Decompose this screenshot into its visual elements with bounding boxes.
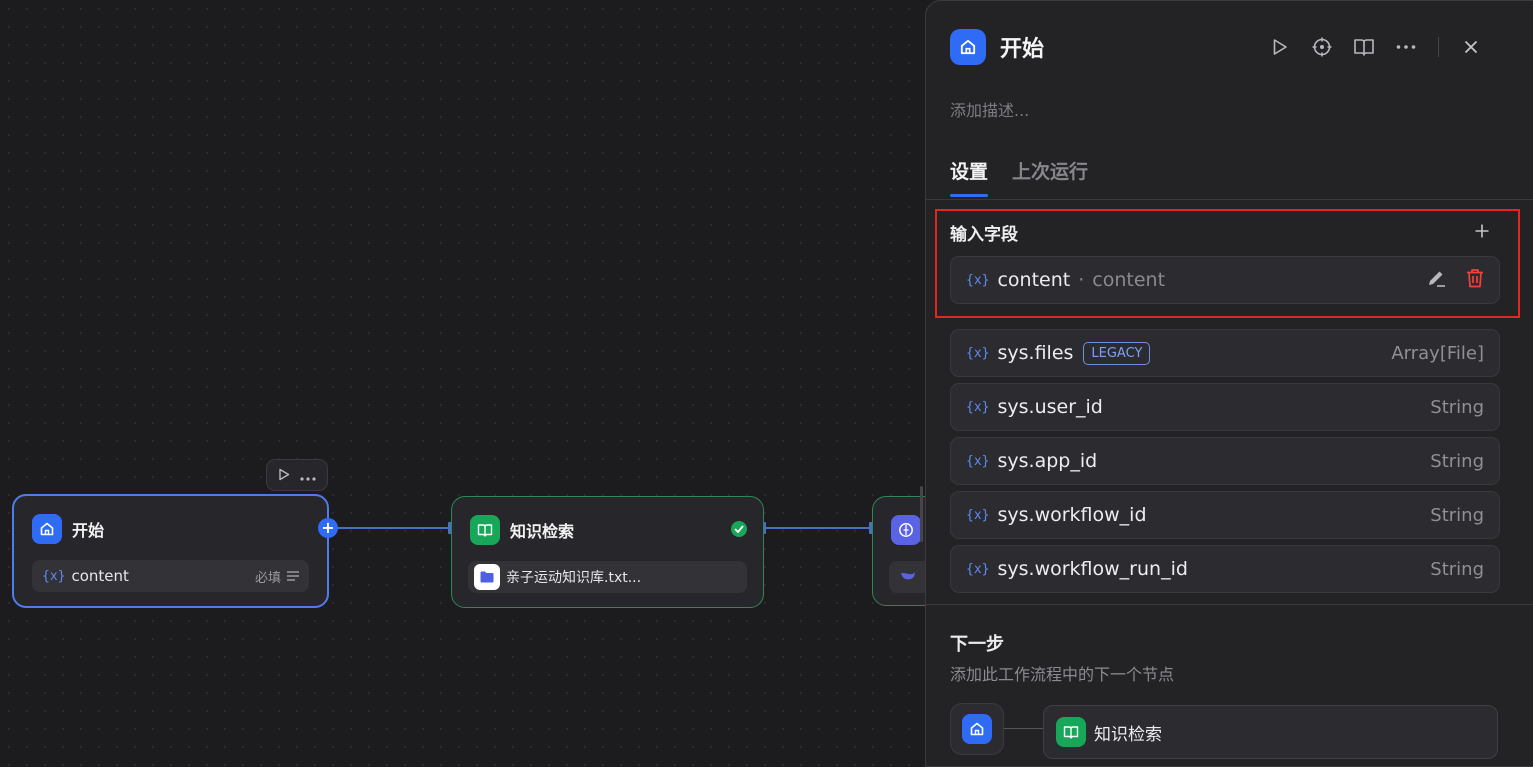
variable-name: sys.workflow_id: [997, 504, 1147, 526]
start-node[interactable]: 开始 {x} content 必填: [12, 494, 329, 608]
knowledge-retrieval-node[interactable]: 知识检索 亲子运动知识库.txt...: [451, 496, 764, 608]
whale-icon: [899, 568, 917, 586]
play-icon[interactable]: [1270, 34, 1290, 60]
node-title: 开始: [72, 521, 105, 540]
book-open-icon[interactable]: [1354, 34, 1374, 60]
panel-title[interactable]: 开始: [1000, 31, 1044, 63]
node-mini-toolbar: [266, 459, 328, 491]
home-icon: [962, 714, 992, 744]
field-label: content: [1092, 269, 1166, 291]
knowledge-file-item[interactable]: 亲子运动知识库.txt...: [468, 561, 747, 593]
node-settings-panel: 开始 添加描述... 设置 上次运行 输入字段 {x} content · co…: [925, 0, 1533, 767]
menu-lines-icon: [287, 567, 299, 585]
input-field-row[interactable]: {x} content · content: [950, 256, 1500, 304]
trash-icon[interactable]: [1466, 268, 1484, 292]
panel-tabs: 设置 上次运行: [950, 157, 1088, 197]
variable-type: String: [1430, 396, 1484, 418]
variable-icon: {x}: [966, 399, 990, 415]
current-node-chip: [950, 703, 1004, 755]
home-icon: [32, 514, 62, 544]
variable-icon: {x}: [966, 272, 990, 288]
variable-icon: {x}: [966, 561, 990, 577]
divider: [1438, 37, 1439, 57]
variable-name: sys.user_id: [997, 396, 1103, 418]
divider: [926, 604, 1533, 605]
system-variable-row: {x} sys.workflow_run_id String: [950, 545, 1500, 593]
play-icon[interactable]: [278, 466, 290, 485]
plus-icon: [1475, 224, 1489, 238]
variable-icon: {x}: [966, 345, 990, 361]
compass-icon: [891, 515, 921, 545]
next-node-label: 知识检索: [1094, 724, 1162, 745]
variable-type: String: [1430, 450, 1484, 472]
book-icon: [470, 515, 500, 545]
add-input-field-button[interactable]: [1472, 221, 1492, 241]
panel-toolbar: [1270, 34, 1481, 60]
home-icon: [950, 29, 986, 65]
required-label: 必填: [254, 570, 281, 586]
variable-type: String: [1430, 504, 1484, 526]
add-next-node-button[interactable]: +: [318, 518, 338, 538]
divider: [926, 199, 1533, 200]
next-step-connector: [1004, 728, 1044, 729]
description-input[interactable]: 添加描述...: [950, 97, 1029, 121]
next-node-card[interactable]: 知识检索: [1043, 705, 1498, 759]
node-title: 知识检索: [510, 522, 575, 541]
more-icon[interactable]: [300, 466, 316, 485]
variable-type: String: [1430, 558, 1484, 580]
close-icon[interactable]: [1461, 34, 1481, 60]
next-step-title: 下一步: [950, 634, 1004, 655]
input-fields-title: 输入字段: [950, 225, 1018, 245]
field-name: content: [71, 567, 129, 585]
tab-last-run[interactable]: 上次运行: [1012, 157, 1088, 196]
field-separator: ·: [1078, 269, 1085, 291]
variable-type: Array[File]: [1391, 342, 1484, 364]
system-variable-row: {x} sys.app_id String: [950, 437, 1500, 485]
locate-icon[interactable]: [1312, 34, 1332, 60]
legacy-badge: LEGACY: [1083, 341, 1151, 365]
system-variable-row: {x} sys.files LEGACY Array[File]: [950, 329, 1500, 377]
system-variable-row: {x} sys.workflow_id String: [950, 491, 1500, 539]
field-name: content: [997, 269, 1071, 291]
next-step-subtitle: 添加此工作流程中的下一个节点: [950, 665, 1175, 684]
book-icon: [1056, 717, 1086, 747]
edit-icon[interactable]: [1426, 268, 1446, 292]
tab-settings[interactable]: 设置: [950, 157, 989, 197]
variable-name: sys.workflow_run_id: [997, 558, 1188, 580]
edge-start-to-kb: [338, 527, 451, 529]
variable-name: sys.app_id: [997, 450, 1098, 472]
edge-kb-to-llm: [764, 527, 872, 529]
variable-icon: {x}: [42, 568, 66, 584]
variable-name: sys.files: [997, 342, 1074, 364]
node-input-field[interactable]: {x} content 必填: [32, 560, 309, 592]
variable-icon: {x}: [966, 453, 990, 469]
folder-icon: [474, 564, 500, 590]
variable-icon: {x}: [966, 507, 990, 523]
file-name: 亲子运动知识库.txt...: [506, 570, 642, 586]
canvas-scrollbar[interactable]: [920, 486, 923, 542]
system-variable-row: {x} sys.user_id String: [950, 383, 1500, 431]
check-icon: [731, 521, 747, 537]
more-icon[interactable]: [1396, 34, 1416, 60]
